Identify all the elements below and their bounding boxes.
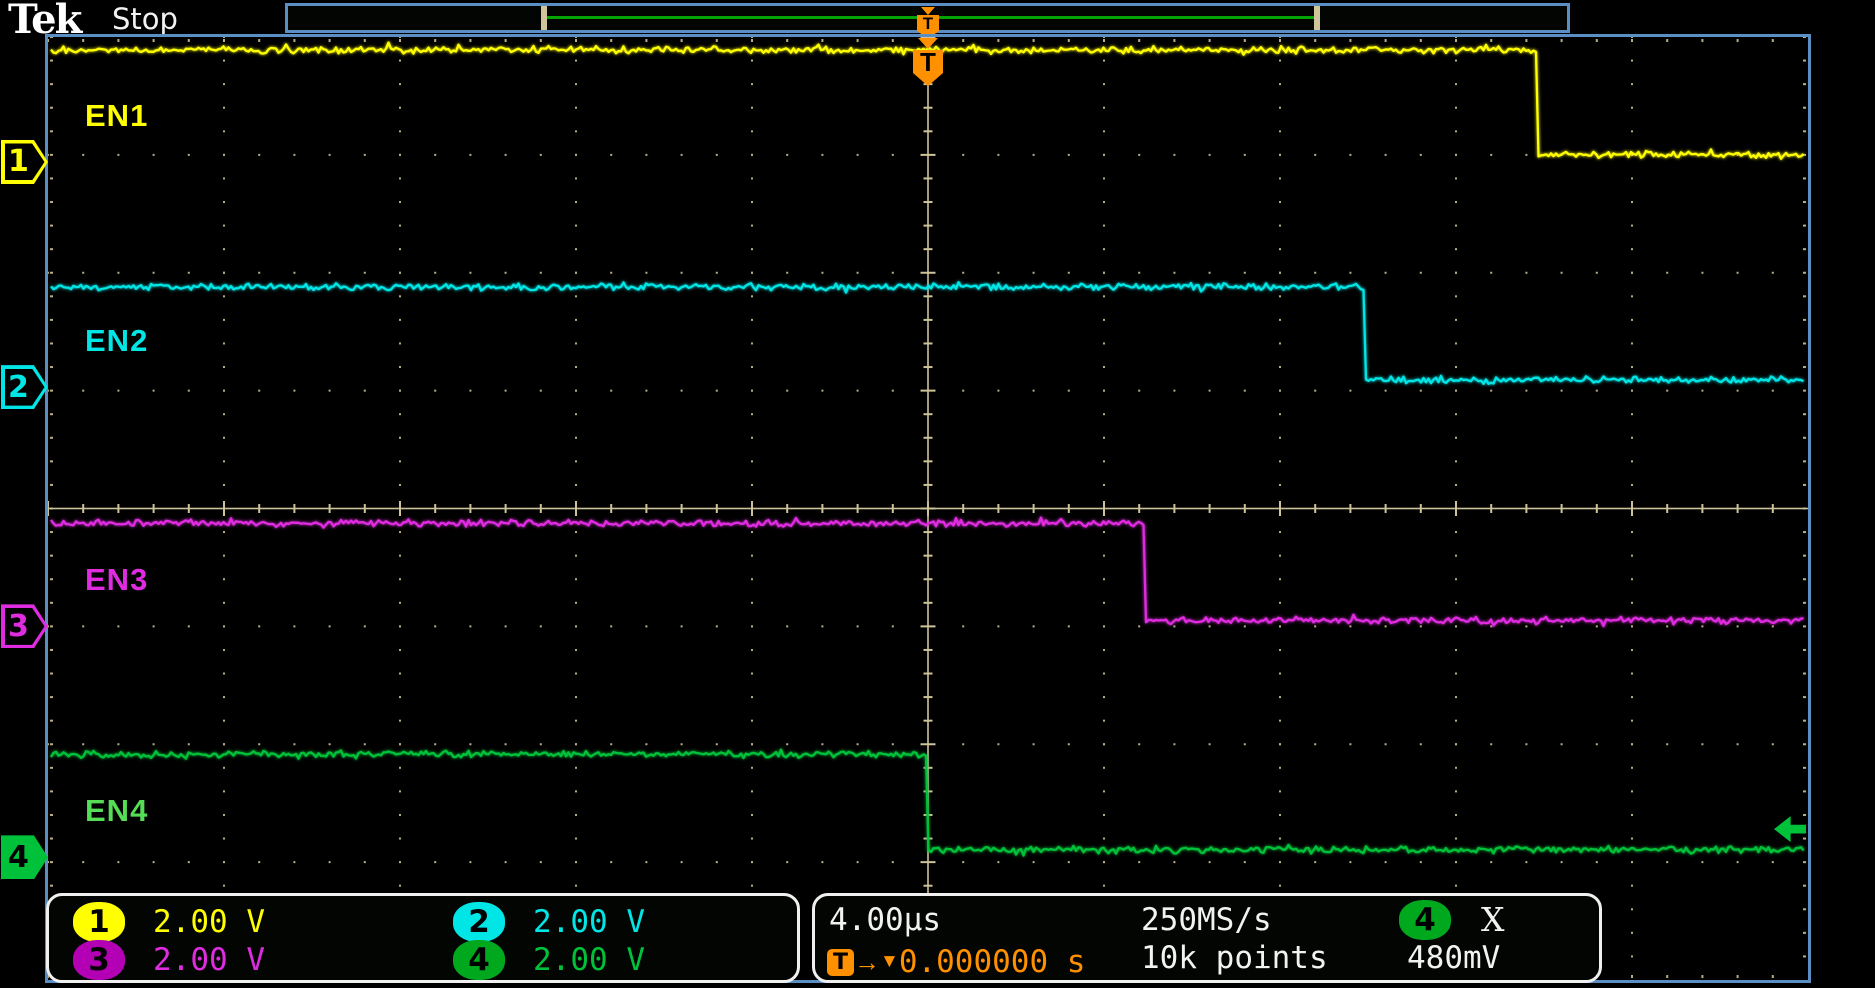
- trigger-slope-icon: X: [1481, 900, 1505, 939]
- record-window-end-bracket: [1314, 6, 1320, 30]
- channel-3-badge: 3: [73, 940, 125, 980]
- sample-rate: 250MS/s: [1141, 902, 1272, 938]
- channel-1-position-marker: 1: [1, 140, 48, 184]
- horizontal-scale: 4.00µs: [829, 902, 941, 938]
- channel-3-scale: 2.00 V: [153, 942, 265, 978]
- channel-2-badge: 2: [453, 902, 505, 942]
- channel-4-position-marker: 4: [1, 835, 48, 879]
- graticule: T: [45, 34, 1811, 983]
- channel-2-scale: 2.00 V: [533, 904, 645, 940]
- trigger-level-readout: 480mV: [1407, 940, 1500, 976]
- acquisition-status: Stop: [112, 2, 178, 36]
- trace-label-EN4: EN4: [85, 793, 148, 829]
- horizontal-trigger-panel: 4.00µs 250MS/s 4 X T → ▼ 0.000000 s 10k …: [812, 893, 1602, 983]
- channel-4-scale: 2.00 V: [533, 942, 645, 978]
- channel-readout-panel: 1 2.00 V 2 2.00 V 3 2.00 V 4 2.00 V: [46, 893, 800, 983]
- record-length: 10k points: [1141, 940, 1328, 976]
- trigger-position-readout: 0.000000 s: [899, 944, 1086, 980]
- trace-label-EN1: EN1: [85, 98, 148, 134]
- marker-digit: 1: [1, 140, 36, 184]
- record-window-start-bracket: [541, 6, 547, 30]
- marker-digit: 4: [1, 835, 36, 879]
- trace-label-EN3: EN3: [85, 562, 148, 598]
- marker-digit: 3: [1, 604, 36, 648]
- trigger-arrow-icon: →: [854, 949, 880, 975]
- marker-digit: 2: [1, 365, 36, 409]
- channel-4-badge: 4: [453, 940, 505, 980]
- oscilloscope-screen: Tek Stop T T 1 2.00 V 2 2.00 V 3 2.00 V …: [0, 0, 1875, 988]
- record-trigger-arrow-icon: [921, 7, 935, 15]
- trigger-position-arrow-icon: [918, 38, 938, 49]
- trigger-t-icon: T: [827, 949, 854, 976]
- trigger-position-t-icon: T: [913, 50, 943, 86]
- channel-2-position-marker: 2: [1, 365, 48, 409]
- trace-EN4: [51, 750, 1804, 856]
- trace-label-EN2: EN2: [85, 323, 148, 359]
- waveform-plot: [48, 37, 1808, 980]
- channel-3-position-marker: 3: [1, 604, 48, 648]
- trigger-source-badge: 4: [1399, 900, 1451, 940]
- record-bar: T: [285, 3, 1570, 33]
- channel-1-scale: 2.00 V: [153, 904, 265, 940]
- trigger-level-marker-icon: ▼: [880, 951, 899, 973]
- trigger-position-flag: T: [913, 37, 943, 87]
- channel-1-badge: 1: [73, 902, 125, 942]
